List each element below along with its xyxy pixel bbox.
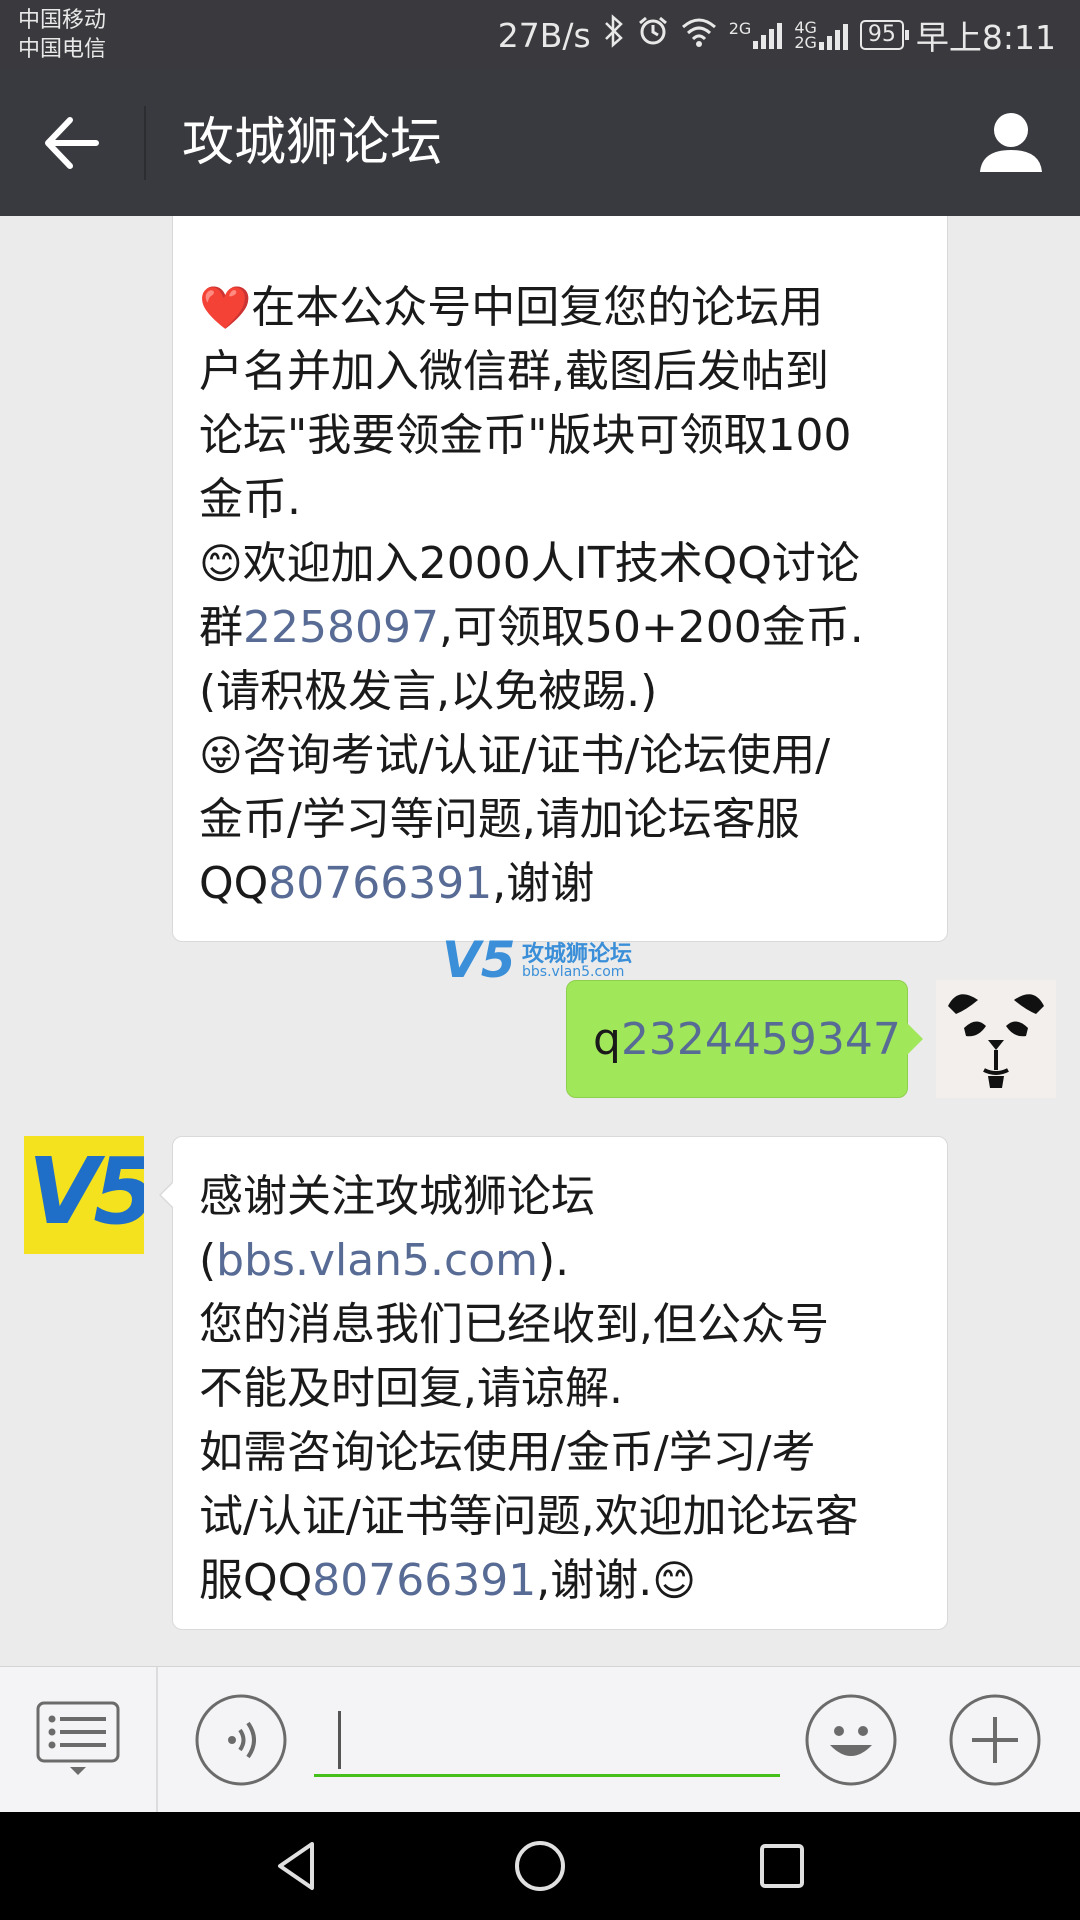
qq-number-link[interactable]: 2324459347 (621, 1014, 901, 1065)
battery-level: 95 (867, 22, 896, 47)
watermark-logo: V5 (442, 931, 516, 989)
avatar[interactable]: V5 (24, 1136, 144, 1254)
message-text: 群 (199, 602, 243, 653)
message-line: QQ80766391,谢谢 (199, 852, 947, 916)
text-cursor (338, 1711, 341, 1769)
message-text: ). (538, 1235, 570, 1286)
avatar[interactable] (936, 980, 1056, 1098)
message-line: 群2258097,可领取50+200金币. (199, 596, 947, 660)
wink-emoji: 😜 (199, 731, 243, 780)
voice-button[interactable] (194, 1693, 288, 1787)
clock: 早上8:11 (915, 18, 1056, 57)
message-line: ❤️在本公众号中回复您的论坛用 (199, 276, 947, 340)
message-text: 在本公众号中回复您的论坛用 (251, 282, 824, 333)
smile-emoji: 😊 (652, 1556, 696, 1605)
carrier-2: 中国电信 (18, 37, 107, 62)
message-line: 您的消息我们已经收到,但公众号 (199, 1299, 829, 1350)
profile-button[interactable] (976, 108, 1046, 178)
signal-1-label: 2G (728, 19, 752, 38)
message-text: 欢迎加入2000人IT技术QQ讨论 (242, 538, 860, 589)
signal-2: 4G 2G (794, 20, 848, 52)
more-actions-button[interactable] (948, 1693, 1042, 1787)
message-bubble-received[interactable]: ❤️在本公众号中回复您的论坛用 户名并加入微信群,截图后发帖到 论坛"我要领金币… (172, 216, 948, 942)
input-bar (0, 1666, 1080, 1813)
v5-logo: V5 (28, 1138, 144, 1245)
message-line: 服QQ80766391,谢谢.😊 (199, 1549, 947, 1613)
network-speed: 27B/s (497, 15, 591, 55)
plus-icon (949, 1694, 1041, 1786)
message-line: 户名并加入微信群,截图后发帖到 (199, 346, 829, 397)
battery-icon: 95 (859, 20, 909, 50)
signal-1: 2G (729, 21, 783, 49)
header-divider (144, 106, 146, 180)
nav-home-button[interactable] (512, 1838, 568, 1894)
qq-group-link[interactable]: 2258097 (243, 602, 439, 653)
carrier-1: 中国移动 (18, 8, 107, 33)
signal-bars-icon (818, 22, 848, 50)
forum-url-link[interactable]: bbs.vlan5.com (216, 1235, 538, 1286)
message-line: 金币. (199, 474, 301, 525)
qq-service-link[interactable]: 80766391 (312, 1555, 536, 1606)
message-line: 不能及时回复,请谅解. (199, 1363, 623, 1414)
message-line: (bbs.vlan5.com). (199, 1229, 947, 1293)
message-line: 论坛"我要领金币"版块可领取100 (199, 410, 852, 461)
voice-icon (195, 1694, 287, 1786)
chat-header: 攻城狮论坛 (0, 70, 1080, 216)
android-nav-bar (0, 1812, 1080, 1920)
nav-recents-button[interactable] (754, 1838, 810, 1894)
message-line: 😊欢迎加入2000人IT技术QQ讨论 (199, 532, 947, 596)
signal-2-label-bottom: 2G (794, 33, 817, 52)
wifi-icon (681, 16, 717, 55)
status-icons: 27B/s 2G 4G 2G 95 早上8:11 (498, 0, 1056, 70)
input-divider (156, 1667, 158, 1813)
nav-back-button[interactable] (270, 1838, 326, 1894)
message-text: QQ (199, 858, 269, 909)
person-icon (980, 113, 1042, 172)
heart-emoji: ❤️ (199, 283, 252, 332)
bluetooth-icon (603, 14, 625, 56)
message-text: ( (199, 1235, 217, 1286)
message-bubble-received[interactable]: 感谢关注攻城狮论坛 (bbs.vlan5.com). 您的消息我们已经收到,但公… (159, 1136, 948, 1630)
back-arrow-icon (45, 117, 99, 169)
menu-list-icon (36, 1701, 120, 1775)
circle-home-icon (515, 1841, 565, 1891)
message-line: 😜咨询考试/认证/证书/论坛使用/ (199, 724, 947, 788)
message-text: ,谢谢 (492, 858, 595, 909)
message-text: q (593, 1014, 621, 1065)
square-recents-icon (760, 1844, 804, 1888)
message-input[interactable] (314, 1701, 780, 1777)
emoji-button[interactable] (804, 1693, 898, 1787)
panda-avatar-icon (948, 994, 1044, 1088)
message-line: (请积极发言,以免被踢.) (199, 666, 658, 717)
menu-toggle-button[interactable] (36, 1701, 120, 1777)
status-bar: 中国移动 中国电信 27B/s 2G 4G 2G 95 早上8:11 (0, 0, 1080, 70)
signal-2-labels: 4G 2G (794, 20, 817, 52)
message-text: 咨询考试/认证/证书/论坛使用/ (242, 730, 831, 781)
signal-bars-icon (753, 21, 783, 49)
message-text: ,谢谢. (536, 1555, 653, 1606)
emoji-icon (805, 1694, 897, 1786)
qq-service-link[interactable]: 80766391 (268, 858, 492, 909)
back-button[interactable] (40, 110, 106, 176)
message-line: 如需咨询论坛使用/金币/学习/考 (199, 1427, 816, 1478)
carrier-names: 中国移动 中国电信 (18, 6, 106, 64)
message-line: 感谢关注攻城狮论坛 (199, 1171, 595, 1222)
message-bubble-sent[interactable]: q2324459347 (566, 980, 923, 1098)
watermark-url: bbs.vlan5.com (522, 964, 625, 980)
page-title: 攻城狮论坛 (182, 113, 443, 173)
triangle-back-icon (278, 1842, 314, 1890)
message-text: 服QQ (199, 1555, 313, 1606)
message-line: 金币/学习等问题,请加论坛客服 (199, 794, 800, 845)
message-line: 试/认证/证书等问题,欢迎加论坛客 (199, 1491, 859, 1542)
smile-emoji: 😊 (199, 539, 243, 588)
alarm-icon (637, 15, 669, 55)
message-text: ,可领取50+200金币. (438, 602, 864, 653)
